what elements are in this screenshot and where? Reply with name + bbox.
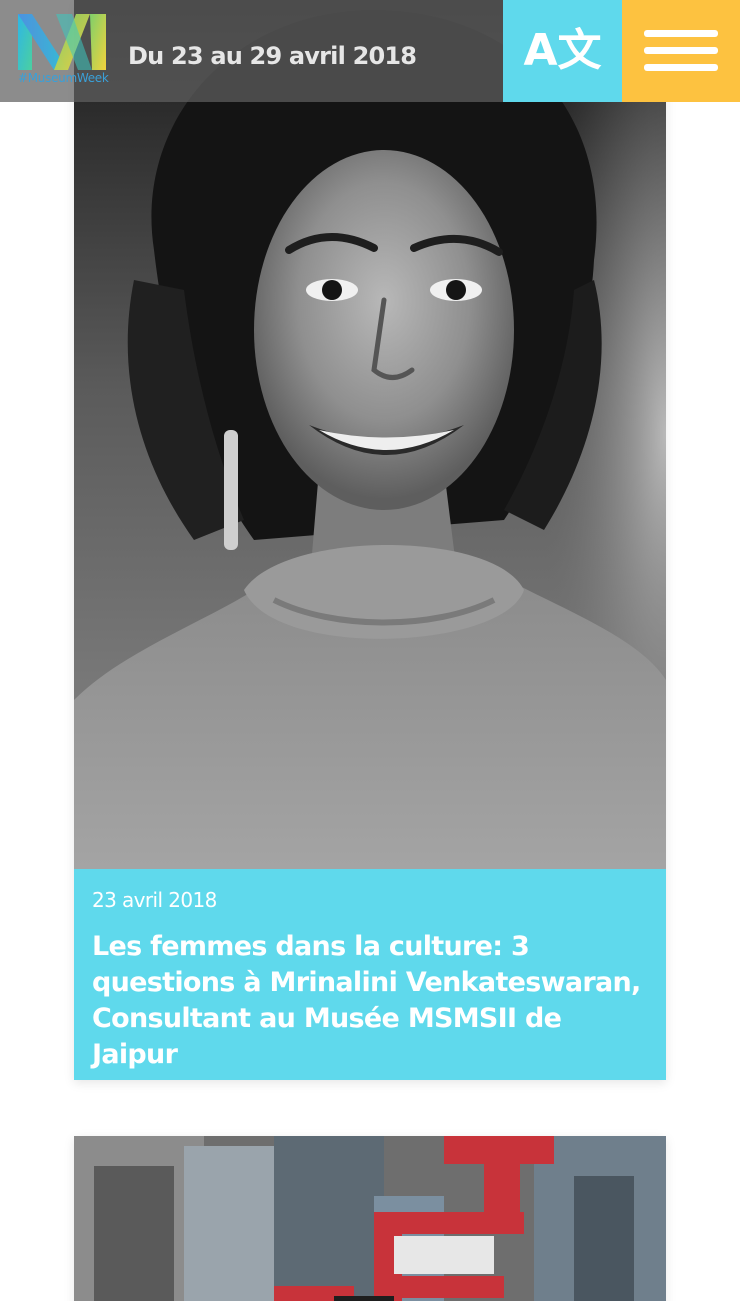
museumweek-logo-icon [18, 14, 106, 70]
site-header: #MuseumWeek Du 23 au 29 avril 2018 A文 [0, 0, 740, 102]
menu-button[interactable] [622, 0, 740, 102]
museumweek-logo[interactable]: #MuseumWeek [16, 12, 112, 88]
translate-icon: A文 [523, 25, 602, 76]
article-card[interactable]: 23 avril 2018 Les femmes dans la culture… [74, 0, 666, 1080]
article-card-body[interactable]: 23 avril 2018 Les femmes dans la culture… [74, 869, 666, 1080]
article-card[interactable] [74, 1136, 666, 1301]
article-photo[interactable] [74, 1136, 666, 1301]
article-date: 23 avril 2018 [92, 888, 217, 912]
logo-text: #MuseumWeek [18, 71, 109, 85]
page: #MuseumWeek Du 23 au 29 avril 2018 A文 23… [0, 0, 740, 1301]
event-dates: Du 23 au 29 avril 2018 [128, 42, 417, 70]
article-title[interactable]: Les femmes dans la culture: 3 questions … [92, 929, 648, 1073]
translate-button[interactable]: A文 [503, 0, 622, 102]
portrait-photo [74, 0, 666, 869]
article-photo[interactable] [74, 0, 666, 869]
city-artwork-photo [74, 1136, 666, 1301]
header-bar: #MuseumWeek Du 23 au 29 avril 2018 [0, 0, 503, 102]
